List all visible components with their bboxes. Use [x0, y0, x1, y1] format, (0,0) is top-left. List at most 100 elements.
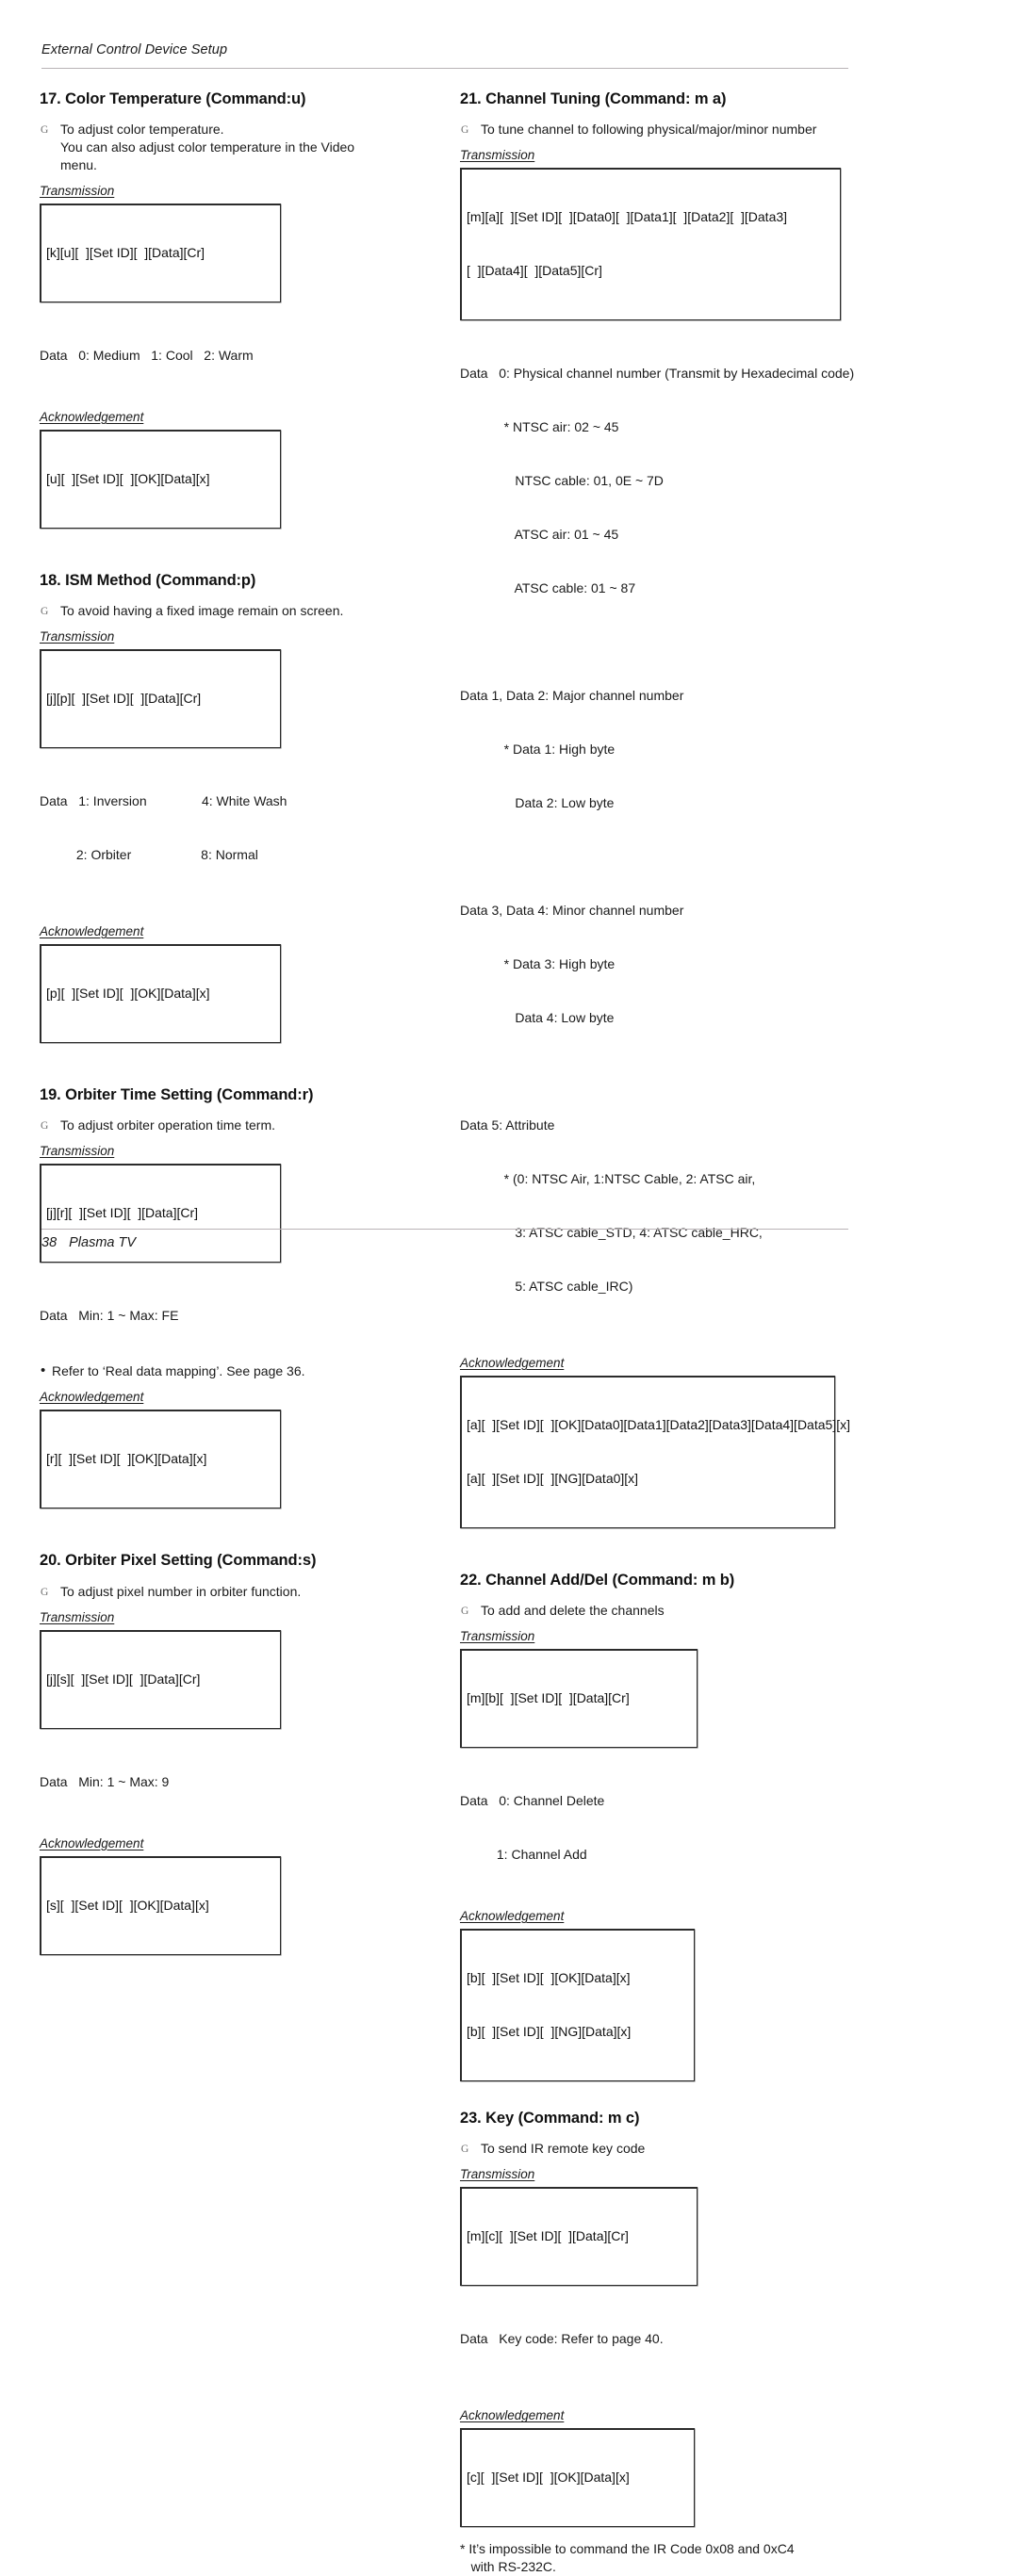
acknowledgement-label: Acknowledgement [40, 1390, 144, 1405]
command-line: [b][ ][Set ID][ ][OK][Data][x] [467, 1970, 631, 1986]
description-line-1: To adjust color temperature. [60, 122, 224, 138]
section-description: G To adjust pixel number in orbiter func… [40, 1583, 435, 1601]
data-values: Data 1: Inversion 4: White Wash 2: Orbit… [40, 757, 435, 900]
acknowledgement-command-box: [b][ ][Set ID][ ][OK][Data][x] [b][ ][Se… [460, 1929, 695, 2082]
g-bullet-icon: G [461, 2144, 469, 2156]
transmission-command-box: [m][b][ ][Set ID][ ][Data][Cr] [460, 1649, 698, 1749]
command-line: [c][ ][Set ID][ ][OK][Data][x] [467, 2470, 630, 2486]
data-row: Data 2: Low byte [460, 795, 615, 811]
transmission-label: Transmission [40, 629, 115, 644]
command-line: [j][r][ ][Set ID][ ][Data][Cr] [46, 1205, 199, 1221]
data-row: Data 3, Data 4: Minor channel number [460, 903, 684, 919]
data-values: Data 0: Channel Delete 1: Channel Add [460, 1756, 856, 1899]
data-row: 2: Orbiter 8: Normal [40, 847, 258, 863]
description-line-1: To avoid having a fixed image remain on … [60, 603, 344, 619]
data-values: Data Min: 1 ~ Max: FE [40, 1271, 435, 1361]
dot-bullet-icon: • [41, 1362, 46, 1379]
transmission-command-box: [m][a][ ][Set ID][ ][Data0][ ][Data1][ ]… [460, 168, 841, 321]
ir-code-note: * It’s impossible to command the IR Code… [460, 2541, 795, 2575]
transmission-label: Transmission [460, 1629, 535, 1644]
data-row: * Data 3: High byte [460, 956, 616, 972]
command-line: [r][ ][Set ID][ ][OK][Data][x] [46, 1451, 207, 1467]
left-column: 17. Color Temperature (Command:u) G To a… [40, 90, 435, 1955]
section-title: 17. Color Temperature (Command:u) [40, 90, 306, 107]
section-description: G To adjust orbiter operation time term. [40, 1117, 435, 1134]
footer: 38 Plasma TV [41, 1235, 136, 1250]
acknowledgement-command-box: [c][ ][Set ID][ ][OK][Data][x] [460, 2428, 695, 2528]
g-bullet-icon: G [41, 1120, 49, 1133]
data-row-blank [460, 633, 856, 651]
section-description: G To adjust color temperature. You can a… [40, 121, 435, 174]
description-line-1: To tune channel to following physical/ma… [481, 122, 817, 138]
command-line: [m][c][ ][Set ID][ ][Data][Cr] [467, 2228, 629, 2244]
data-row-blank [460, 1063, 856, 1081]
reference-note: • Refer to ‘Real data mapping’. See page… [40, 1362, 435, 1380]
description-line-2: You can also adjust color temperature in… [60, 139, 355, 155]
data-row: Data 1, Data 2: Major channel number [460, 688, 684, 704]
data-row: Data 0: Medium 1: Cool 2: Warm [40, 348, 254, 364]
running-header-title: External Control Device Setup [41, 42, 228, 57]
command-line: [k][u][ ][Set ID][ ][Data][Cr] [46, 245, 205, 261]
transmission-command-box: [j][s][ ][Set ID][ ][Data][Cr] [40, 1629, 281, 1729]
description-line-1: To adjust orbiter operation time term. [60, 1117, 275, 1133]
product-name: Plasma TV [69, 1235, 137, 1250]
g-bullet-icon: G [41, 1586, 49, 1598]
data-row: Data Key code: Refer to page 40. [460, 2331, 664, 2347]
transmission-command-box: [j][p][ ][Set ID][ ][Data][Cr] [40, 649, 281, 749]
transmission-label: Transmission [40, 1144, 115, 1159]
section-orbiter-time-setting: 19. Orbiter Time Setting (Command:r) G T… [40, 1086, 435, 1509]
data-values: Data 0: Medium 1: Cool 2: Warm [40, 311, 435, 400]
data-values: Data 0: Physical channel number (Transmi… [460, 329, 856, 1331]
acknowledgement-command-box: [p][ ][Set ID][ ][OK][Data][x] [40, 944, 281, 1044]
data-row: Data Min: 1 ~ Max: FE [40, 1308, 179, 1324]
g-bullet-icon: G [41, 124, 49, 137]
section-description: G To add and delete the channels [460, 1602, 856, 1620]
section-title: 21. Channel Tuning (Command: m a) [460, 90, 727, 107]
section-title: 20. Orbiter Pixel Setting (Command:s) [40, 1552, 317, 1570]
data-values: Data Key code: Refer to page 40. [460, 2294, 856, 2384]
data-row: Data 5: Attribute [460, 1117, 555, 1133]
data-row: Data Min: 1 ~ Max: 9 [40, 1773, 170, 1789]
section-channel-add-del: 22. Channel Add/Del (Command: m b) G To … [460, 1572, 856, 2082]
command-line: [ ][Data4][ ][Data5][Cr] [467, 263, 602, 279]
acknowledgement-command-box: [r][ ][Set ID][ ][OK][Data][x] [40, 1410, 281, 1509]
command-line: [s][ ][Set ID][ ][OK][Data][x] [46, 1897, 209, 1913]
transmission-command-box: [m][c][ ][Set ID][ ][Data][Cr] [460, 2187, 698, 2287]
section-title: 22. Channel Add/Del (Command: m b) [460, 1572, 735, 1590]
data-row: ATSC air: 01 ~ 45 [460, 527, 619, 543]
note-text: Refer to ‘Real data mapping’. See page 3… [52, 1363, 305, 1379]
data-row: Data 4: Low byte [460, 1010, 615, 1026]
section-description: G To send IR remote key code [460, 2140, 856, 2158]
command-line: [m][a][ ][Set ID][ ][Data0][ ][Data1][ ]… [467, 209, 788, 225]
command-line: [u][ ][Set ID][ ][OK][Data][x] [46, 471, 210, 487]
data-row: ATSC cable: 01 ~ 87 [460, 580, 636, 596]
command-line: [j][s][ ][Set ID][ ][Data][Cr] [46, 1671, 201, 1687]
description-line-1: To adjust pixel number in orbiter functi… [60, 1583, 302, 1599]
data-row: Data 0: Physical channel number (Transmi… [460, 366, 855, 382]
g-bullet-icon: G [41, 606, 49, 618]
section-color-temperature: 17. Color Temperature (Command:u) G To a… [40, 90, 435, 530]
section-ism-method: 18. ISM Method (Command:p) G To avoid ha… [40, 572, 435, 1044]
section-channel-tuning: 21. Channel Tuning (Command: m a) G To t… [460, 90, 856, 1529]
command-line: [b][ ][Set ID][ ][NG][Data][x] [467, 2024, 632, 2040]
transmission-label: Transmission [40, 184, 115, 199]
description-line-1: To add and delete the channels [481, 1603, 665, 1619]
page-number: 38 [41, 1235, 57, 1250]
footer-divider [41, 1229, 848, 1230]
data-row: * Data 1: High byte [460, 742, 616, 758]
acknowledgement-label: Acknowledgement [460, 1356, 565, 1371]
description-line-1: To send IR remote key code [481, 2141, 646, 2157]
acknowledgement-label: Acknowledgement [40, 924, 144, 939]
section-orbiter-pixel-setting: 20. Orbiter Pixel Setting (Command:s) G … [40, 1552, 435, 1955]
right-column: 21. Channel Tuning (Command: m a) G To t… [460, 90, 856, 2576]
data-row: NTSC cable: 01, 0E ~ 7D [460, 473, 664, 489]
command-line: [m][b][ ][Set ID][ ][Data][Cr] [467, 1690, 630, 1706]
acknowledgement-command-box: [u][ ][Set ID][ ][OK][Data][x] [40, 430, 281, 530]
